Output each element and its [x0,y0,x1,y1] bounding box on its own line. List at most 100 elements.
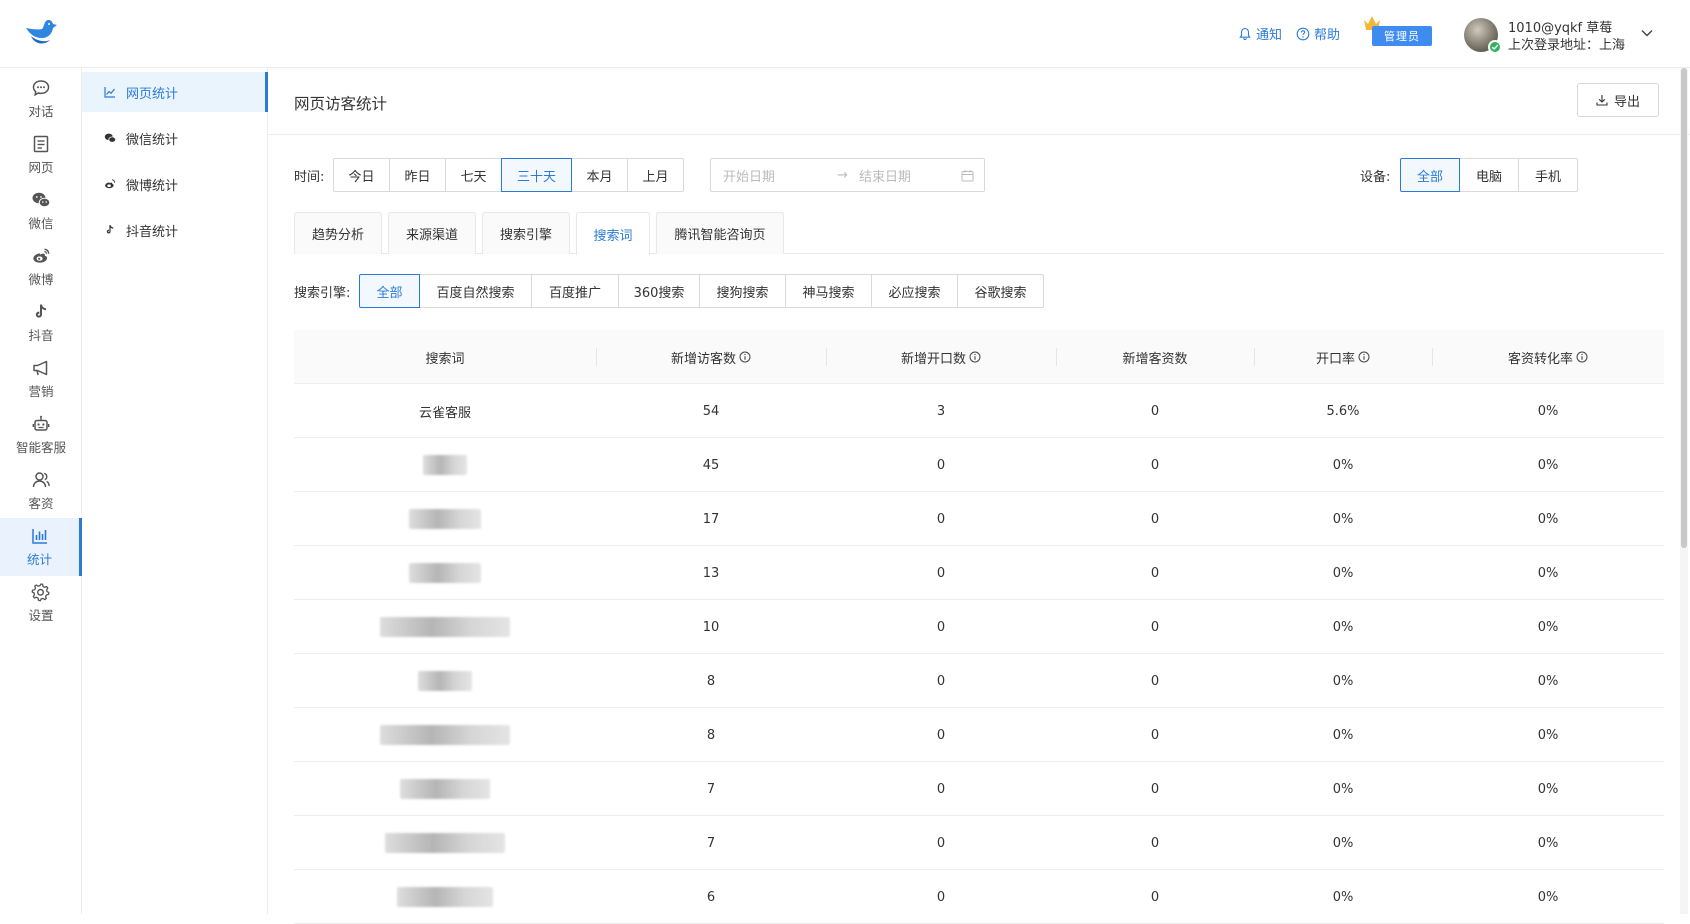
column-label: 开口率 [1315,351,1355,367]
cell-new-visitors: 10 [702,619,720,635]
cell-new-openings: 0 [936,565,946,581]
megaphone-icon [33,360,48,376]
column-label: 搜索词 [425,351,465,367]
submenu-item-wechat-stats[interactable]: 微信统计 [82,118,268,158]
rail-label-smart-service: 智能客服 [15,440,66,455]
cell-new-leads: 0 [1150,511,1160,527]
tab-search-keyword[interactable]: 搜索词 [576,212,650,255]
help-link[interactable]: 帮助 [1296,24,1340,43]
cell-new-leads: 0 [1150,889,1160,905]
title-divider [268,134,1690,135]
cell-open-rate: 0% [1332,619,1354,635]
rail-label-chat: 对话 [28,104,54,119]
cell-new-openings: 0 [936,727,946,743]
redacted-text [423,455,467,475]
table-row: 6 0 0 0% 0% [294,870,1664,924]
rail-item-marketing[interactable]: 营销 [0,350,82,408]
column-label: 新增客资数 [1122,351,1188,367]
column-label: 新增访客数 [670,351,736,367]
tab-search-engine[interactable]: 搜索引擎 [482,212,570,254]
engine-option-baidu-organic[interactable]: 百度自然搜索 [419,274,532,308]
bird-logo-icon[interactable] [22,18,58,50]
notify-link[interactable]: 通知 [1238,24,1282,43]
table-row: 7 0 0 0% 0% [294,762,1664,816]
time-option-30days[interactable]: 三十天 [501,158,572,192]
cell-keyword-redacted [294,438,596,492]
time-option-last-month[interactable]: 上月 [627,158,684,192]
cell-open-rate: 0% [1332,457,1354,473]
export-button[interactable]: 导出 [1577,83,1659,117]
calendar-icon [961,169,974,181]
time-option-7days[interactable]: 七天 [445,158,502,192]
rail-label-webpage: 网页 [28,160,54,175]
cell-conversion-rate: 0% [1537,781,1559,797]
main-content: 网页访客统计 导出 时间: 今日 昨日 七天 三十天 本月 上月 开始日期 → … [268,68,1690,924]
rail-item-weibo[interactable]: 微博 [0,238,82,296]
device-option-pc[interactable]: 电脑 [1459,158,1519,192]
engine-option-360[interactable]: 360搜索 [618,274,700,308]
column-header-new-visitors: 新增访客数 [596,330,826,384]
device-option-mobile[interactable]: 手机 [1518,158,1578,192]
cell-open-rate: 0% [1332,889,1354,905]
rail-item-settings[interactable]: 设置 [0,574,82,632]
cell-keyword-redacted [294,600,596,654]
douyin-icon [106,225,114,234]
cell-new-leads: 0 [1150,403,1160,419]
info-icon[interactable] [1358,351,1370,363]
rail-label-stats: 统计 [26,552,52,567]
cell-new-leads: 0 [1150,457,1160,473]
time-option-today[interactable]: 今日 [333,158,390,192]
date-end-input[interactable]: 结束日期 [859,166,911,185]
scrollbar-thumb[interactable] [1681,68,1687,548]
submenu-item-douyin-stats[interactable]: 抖音统计 [82,210,268,250]
cell-conversion-rate: 0% [1537,457,1559,473]
rail-item-douyin[interactable]: 抖音 [0,294,82,352]
time-filter-label: 时间: [294,170,325,185]
wechat-icon [32,192,51,208]
cell-new-openings: 0 [936,511,946,527]
engine-option-baidu-ads[interactable]: 百度推广 [531,274,619,308]
time-option-yesterday[interactable]: 昨日 [389,158,446,192]
date-range-picker[interactable]: 开始日期 → 结束日期 [710,158,985,192]
cell-new-leads: 0 [1150,619,1160,635]
page-scrollbar[interactable] [1680,68,1688,914]
device-filter-label: 设备: [1360,170,1391,185]
rail-item-stats[interactable]: 统计 [0,518,82,576]
submenu-item-weibo-stats[interactable]: 微博统计 [82,164,268,204]
cell-conversion-rate: 0% [1537,889,1559,905]
info-icon[interactable] [1576,351,1588,363]
rail-item-wechat[interactable]: 微信 [0,182,82,240]
top-header: 通知 帮助 管理员 1010@yqkf 草莓 上次登录地址：上海 [0,0,1690,68]
rail-item-chat[interactable]: 对话 [0,70,82,128]
engine-option-google[interactable]: 谷歌搜索 [957,274,1044,308]
redacted-text [380,725,510,745]
engine-option-bing[interactable]: 必应搜索 [871,274,958,308]
chevron-down-icon[interactable] [1640,26,1654,40]
engine-option-shenma[interactable]: 神马搜索 [785,274,872,308]
rail-item-webpage[interactable]: 网页 [0,126,82,184]
cell-keyword: 云雀客服 [418,405,471,421]
keyword-stats-table: 搜索词 新增访客数 新增开口数 新增客资数 开口率 客资转化率 云雀客服 54 … [294,330,1664,924]
time-option-this-month[interactable]: 本月 [571,158,628,192]
cell-new-visitors: 7 [706,835,716,851]
rail-item-smart-service[interactable]: 智能客服 [0,406,82,464]
cell-conversion-rate: 0% [1537,403,1559,419]
date-start-input[interactable]: 开始日期 [723,166,775,185]
cell-conversion-rate: 0% [1537,835,1559,851]
arrow-right-icon: → [837,167,848,183]
tab-source[interactable]: 来源渠道 [388,212,476,254]
engine-option-sogou[interactable]: 搜狗搜索 [699,274,786,308]
rail-item-customers[interactable]: 客资 [0,462,82,520]
tab-trend[interactable]: 趋势分析 [294,212,382,254]
cell-new-leads: 0 [1150,727,1160,743]
cell-new-leads: 0 [1150,835,1160,851]
device-option-all[interactable]: 全部 [1400,158,1460,192]
info-icon[interactable] [739,351,751,363]
submenu-item-web-stats[interactable]: 网页统计 [82,72,268,112]
info-icon[interactable] [969,351,981,363]
engine-option-all[interactable]: 全部 [359,274,420,308]
table-row: 8 0 0 0% 0% [294,708,1664,762]
cell-open-rate: 5.6% [1326,403,1360,419]
tab-tencent-consult[interactable]: 腾讯智能咨询页 [656,212,784,254]
rail-label-douyin: 抖音 [28,328,54,343]
